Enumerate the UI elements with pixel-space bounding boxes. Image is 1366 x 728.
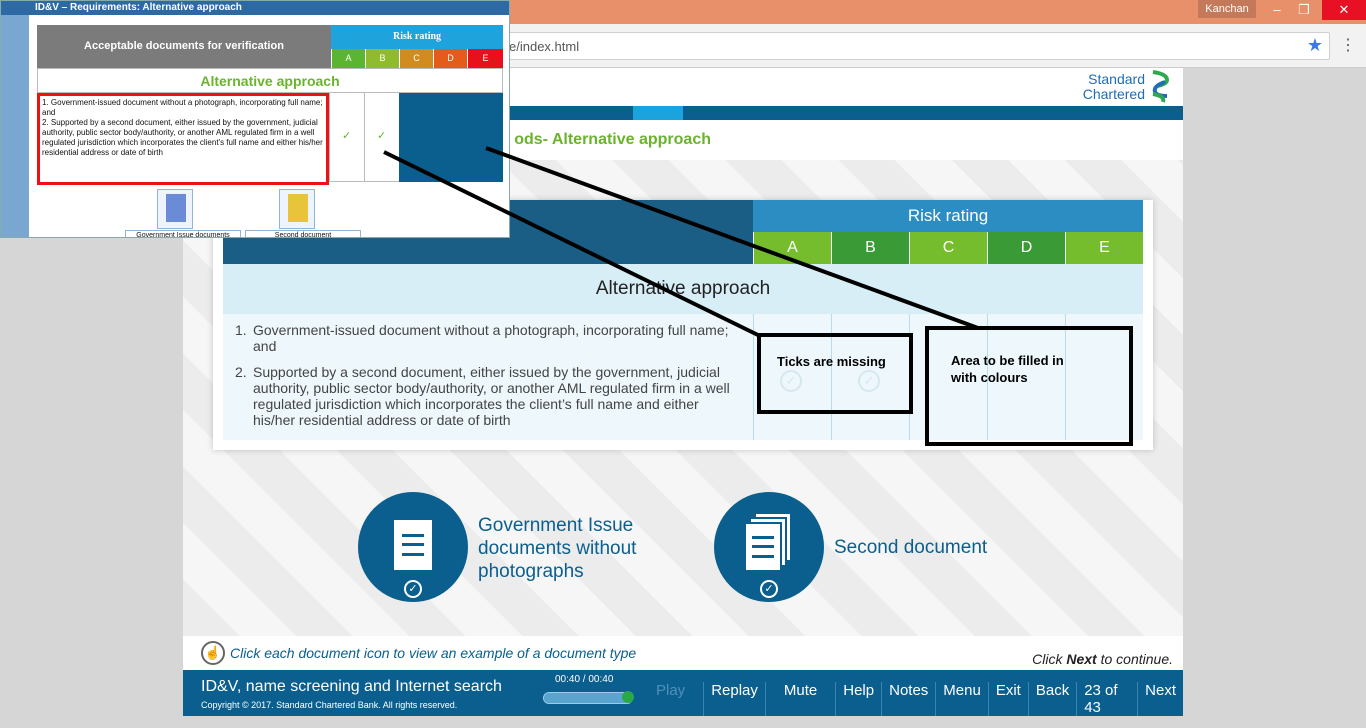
header-stripe-accent <box>633 106 683 120</box>
continue-suffix: to continue. <box>1096 651 1173 667</box>
restore-icon[interactable]: ❐ <box>1289 0 1319 20</box>
grade-header: C <box>909 232 987 264</box>
reference-second-document-icon <box>279 189 315 229</box>
document-icon <box>392 518 434 572</box>
government-document-button[interactable]: ✓ <box>358 492 468 602</box>
reference-second-document-caption: Second document <box>245 230 361 237</box>
time-readout: 00:40 / 00:40 <box>555 674 614 685</box>
check-circle-icon: ✓ <box>404 580 422 598</box>
continue-instruction: Click Next to continue. <box>1032 651 1173 667</box>
second-document-button[interactable]: ✓ <box>714 492 824 602</box>
continue-next-word: Next <box>1066 651 1097 667</box>
criteria-item: 2. Supported by a second document, either… <box>235 364 733 428</box>
reference-grade-cell-b: ✓ <box>364 93 399 182</box>
annotation-fill-label: Area to be filled in with colours <box>951 353 1064 385</box>
nav-buttons: Play Replay Mute Help Notes Menu Exit Ba… <box>649 682 1183 716</box>
risk-rating-header: Risk rating <box>753 200 1143 232</box>
page-counter: 23 of 43 <box>1076 682 1137 716</box>
bookmark-star-icon[interactable]: ★ <box>1307 35 1323 56</box>
reference-screenshot: ID&V – Requirements: Alternative approac… <box>0 0 510 238</box>
brand-logo-icon <box>1152 70 1170 103</box>
documents-stack-front <box>744 522 782 572</box>
reference-title: ID&V – Requirements: Alternative approac… <box>1 1 509 15</box>
reference-document-page <box>166 194 186 222</box>
continue-prefix: Click <box>1032 651 1067 667</box>
reference-document-caption: Government Issue documents <box>125 230 241 237</box>
reference-grade: E <box>467 49 503 68</box>
play-button[interactable]: Play <box>649 682 703 716</box>
reference-section-heading: Alternative approach <box>37 68 503 93</box>
url-text[interactable]: e/index.html <box>509 39 579 54</box>
seek-slider[interactable] <box>543 691 634 704</box>
back-button[interactable]: Back <box>1027 682 1076 716</box>
document-lines <box>752 536 774 558</box>
reference-criteria: 1. Government-issued document without a … <box>37 93 329 185</box>
seek-progress <box>544 691 634 703</box>
minimize-icon[interactable]: – <box>1262 0 1292 20</box>
reference-grade: B <box>365 49 399 68</box>
hand-pointer-icon: ☝ <box>201 641 225 665</box>
profile-name-chip[interactable]: Kanchan <box>1198 0 1256 18</box>
reference-grade: A <box>331 49 365 68</box>
grade-header: A <box>753 232 831 264</box>
annotation-fill-box: Area to be filled in with colours <box>925 326 1133 446</box>
copyright-text: Copyright © 2017. Standard Chartered Ban… <box>201 700 458 710</box>
annotation-ticks-box: Ticks are missing <box>757 333 913 414</box>
hint-bar: ☝ Click each document icon to view an ex… <box>183 636 1183 670</box>
check-circle-icon: ✓ <box>760 580 778 598</box>
brand-line-2: Chartered <box>1082 86 1145 102</box>
reference-document-icon <box>157 189 193 229</box>
criteria-number: 1. <box>235 322 247 338</box>
reference-grade-cell-a: ✓ <box>329 93 364 182</box>
grade-header: D <box>987 232 1065 264</box>
check-icon: ✓ <box>377 130 387 142</box>
address-bar[interactable]: e/index.html ★ <box>500 32 1330 60</box>
menu-button[interactable]: Menu <box>935 682 988 716</box>
reference-grade: C <box>399 49 433 68</box>
section-heading: Alternative approach <box>223 264 1143 314</box>
next-button[interactable]: Next <box>1137 682 1183 716</box>
second-document-label[interactable]: Second document <box>834 536 987 559</box>
close-icon[interactable]: ✕ <box>1322 0 1366 20</box>
hint-text: Click each document icon to view an exam… <box>230 645 637 661</box>
help-button[interactable]: Help <box>835 682 881 716</box>
criteria-cell: 1. Government-issued document without a p… <box>223 314 753 440</box>
government-document-label[interactable]: Government Issue documents without photo… <box>478 514 663 583</box>
seek-handle[interactable] <box>622 691 634 703</box>
brand-line-1: Standard <box>1088 71 1145 87</box>
criteria-list: 1. Government-issued document without a p… <box>235 322 733 428</box>
replay-button[interactable]: Replay <box>703 682 765 716</box>
player-controls: ID&V, name screening and Internet search… <box>183 670 1183 716</box>
criteria-text: Supported by a second document, either i… <box>253 364 730 428</box>
grade-header: E <box>1065 232 1143 264</box>
government-document-label-text[interactable]: Government Issue documents without photo… <box>478 514 663 583</box>
document-lines <box>402 534 424 556</box>
criteria-item: 1. Government-issued document without a p… <box>235 322 733 354</box>
exit-button[interactable]: Exit <box>987 682 1028 716</box>
brand-name: Standard Chartered <box>1083 72 1145 102</box>
notes-button[interactable]: Notes <box>881 682 935 716</box>
reference-side-strip <box>1 15 29 237</box>
criteria-number: 2. <box>235 364 247 380</box>
reference-documents-header: Acceptable documents for verification <box>37 25 331 68</box>
reference-second-document-page <box>288 194 308 222</box>
annotation-ticks-label: Ticks are missing <box>777 354 886 369</box>
grade-header: B <box>831 232 909 264</box>
reference-risk-header: Risk rating <box>331 25 503 49</box>
reference-grade: D <box>433 49 467 68</box>
mute-button[interactable]: Mute <box>764 682 835 716</box>
check-icon: ✓ <box>342 130 352 142</box>
chrome-menu-icon[interactable]: ⋮ <box>1340 36 1356 56</box>
reference-filled-area <box>399 93 503 182</box>
course-title: ID&V, name screening and Internet search <box>201 678 502 695</box>
criteria-text: Government-issued document without a pho… <box>253 322 729 354</box>
